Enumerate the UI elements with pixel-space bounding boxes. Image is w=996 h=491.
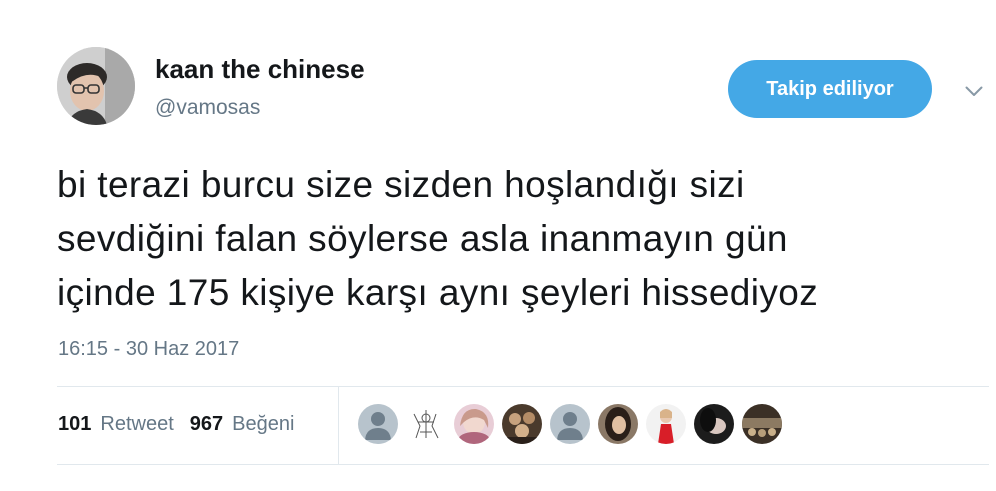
- liker-avatar[interactable]: [550, 404, 590, 444]
- profile-photo-icon: [742, 404, 782, 444]
- tweet-menu-button[interactable]: [960, 80, 988, 102]
- liker-avatar[interactable]: [598, 404, 638, 444]
- liker-avatar[interactable]: [454, 404, 494, 444]
- liker-avatar[interactable]: [646, 404, 686, 444]
- user-avatar[interactable]: [57, 47, 135, 125]
- tweet-text: bi terazi burcu size sizden hoşlandığı s…: [57, 158, 977, 320]
- profile-photo-icon: [454, 404, 494, 444]
- liker-avatar[interactable]: [406, 404, 446, 444]
- retweet-count: 101: [58, 413, 92, 435]
- liker-avatar[interactable]: [742, 404, 782, 444]
- profile-photo-icon: [646, 404, 686, 444]
- liker-avatar[interactable]: [502, 404, 542, 444]
- tweet-card: kaan the chinese @vamosas Takip ediliyor…: [0, 0, 996, 491]
- following-button[interactable]: Takip ediliyor: [728, 60, 932, 118]
- like-stat[interactable]: 967 Beğeni: [190, 413, 295, 436]
- user-display-name[interactable]: kaan the chinese: [155, 54, 365, 85]
- tweet-text-line: içinde 175 kişiye karşı aynı şeyleri his…: [57, 272, 819, 313]
- profile-photo-icon: [502, 404, 542, 444]
- retweet-label: Retweet: [100, 413, 174, 435]
- profile-photo-icon: [57, 47, 135, 125]
- profile-photo-icon: [694, 404, 734, 444]
- default-avatar-icon: [358, 404, 398, 444]
- user-handle[interactable]: @vamosas: [155, 96, 260, 120]
- divider: [57, 464, 989, 465]
- profile-photo-icon: [598, 404, 638, 444]
- liker-avatar[interactable]: [358, 404, 398, 444]
- chevron-down-icon: [965, 86, 983, 96]
- divider: [338, 386, 339, 464]
- tweet-stats: 101 Retweet 967 Beğeni: [58, 413, 310, 436]
- like-label: Beğeni: [232, 413, 295, 435]
- sketch-avatar-icon: [406, 404, 446, 444]
- tweet-text-line: sevdiğini falan söylerse asla inanmayın …: [57, 218, 788, 259]
- retweet-stat[interactable]: 101 Retweet: [58, 413, 174, 436]
- default-avatar-icon: [550, 404, 590, 444]
- tweet-text-line: bi terazi burcu size sizden hoşlandığı s…: [57, 164, 745, 205]
- liker-avatars: [358, 404, 782, 446]
- tweet-timestamp[interactable]: 16:15 - 30 Haz 2017: [58, 338, 239, 361]
- divider: [57, 386, 989, 387]
- liker-avatar[interactable]: [694, 404, 734, 444]
- like-count: 967: [189, 413, 224, 435]
